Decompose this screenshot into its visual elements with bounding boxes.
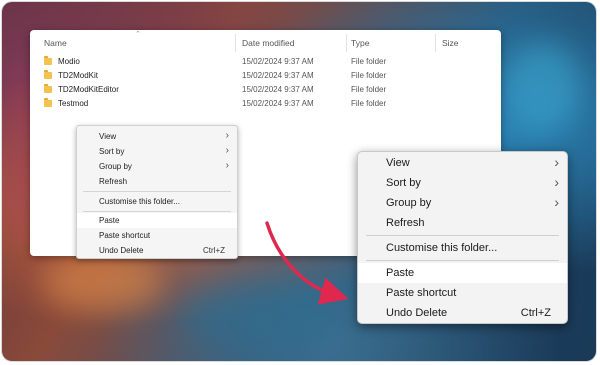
menu-separator xyxy=(366,235,559,236)
menu-item-sort-by[interactable]: Sort by › xyxy=(77,144,237,159)
menu-item-label: Group by xyxy=(386,197,432,209)
chevron-right-icon: › xyxy=(225,145,229,156)
menu-item-label: Paste xyxy=(99,216,120,225)
menu-item-shortcut: Ctrl+Z xyxy=(203,246,225,255)
chevron-right-icon: › xyxy=(554,174,559,190)
context-menu-zoomed: View › Sort by › Group by › Refresh Cust… xyxy=(357,151,568,324)
menu-item-label: Paste xyxy=(386,267,415,279)
pointer-arrow-icon xyxy=(265,221,349,305)
menu-item-customise-folder[interactable]: Customise this folder... xyxy=(77,194,237,209)
menu-item-label: Paste shortcut xyxy=(386,287,457,299)
menu-item-label: Undo Delete xyxy=(386,307,448,319)
file-name: TD2ModKitEditor xyxy=(58,85,119,94)
menu-item-label: Paste shortcut xyxy=(99,231,151,240)
menu-item-view[interactable]: View › xyxy=(77,129,237,144)
sort-ascending-icon[interactable]: ⌃ xyxy=(135,30,141,38)
file-name: Modio xyxy=(58,57,80,66)
menu-separator xyxy=(366,260,559,261)
column-divider[interactable] xyxy=(235,34,236,52)
background-blur xyxy=(42,252,162,312)
column-divider[interactable] xyxy=(346,34,347,52)
file-date: 15/02/2024 9:37 AM xyxy=(242,85,314,94)
file-type: File folder xyxy=(351,71,387,80)
file-date: 15/02/2024 9:37 AM xyxy=(242,71,314,80)
menu-separator xyxy=(83,211,231,212)
menu-item-label: View xyxy=(99,132,117,141)
menu-item-sort-by[interactable]: Sort by › xyxy=(358,173,567,193)
file-date: 15/02/2024 9:37 AM xyxy=(242,99,314,108)
file-type: File folder xyxy=(351,57,387,66)
menu-item-label: Customise this folder... xyxy=(386,242,498,254)
menu-item-label: Sort by xyxy=(99,147,125,156)
chevron-right-icon: › xyxy=(554,194,559,210)
menu-item-paste-shortcut[interactable]: Paste shortcut xyxy=(358,283,567,303)
file-name: TD2ModKit xyxy=(58,71,99,80)
column-header-name[interactable]: Name xyxy=(44,38,67,48)
menu-item-label: Undo Delete xyxy=(99,246,144,255)
folder-icon xyxy=(44,84,52,93)
background-blur xyxy=(502,42,582,132)
menu-item-label: Refresh xyxy=(99,177,128,186)
menu-item-group-by[interactable]: Group by › xyxy=(77,159,237,174)
file-row[interactable]: Testmod 15/02/2024 9:37 AM File folder xyxy=(42,97,422,111)
folder-icon xyxy=(44,70,52,79)
column-divider[interactable] xyxy=(435,34,436,52)
menu-item-paste[interactable]: Paste xyxy=(77,213,237,228)
column-header-date-modified[interactable]: Date modified xyxy=(242,38,294,48)
menu-item-customise-folder[interactable]: Customise this folder... xyxy=(358,238,567,258)
file-date: 15/02/2024 9:37 AM xyxy=(242,57,314,66)
file-row[interactable]: TD2ModKit 15/02/2024 9:37 AM File folder xyxy=(42,69,422,83)
folder-icon xyxy=(44,98,52,107)
context-menu: View › Sort by › Group by › Refresh Cust… xyxy=(76,125,238,259)
file-row[interactable]: Modio 15/02/2024 9:37 AM File folder xyxy=(42,55,422,69)
menu-item-label: Refresh xyxy=(386,217,425,229)
menu-item-shortcut: Ctrl+Z xyxy=(520,307,551,319)
column-header-type[interactable]: Type xyxy=(351,38,369,48)
file-row[interactable]: TD2ModKitEditor 15/02/2024 9:37 AM File … xyxy=(42,83,422,97)
file-type: File folder xyxy=(351,99,387,108)
menu-item-label: Customise this folder... xyxy=(99,197,180,206)
menu-item-label: Group by xyxy=(99,162,132,171)
menu-item-paste-shortcut[interactable]: Paste shortcut xyxy=(77,228,237,243)
menu-item-label: Sort by xyxy=(386,177,421,189)
menu-separator xyxy=(83,191,231,192)
menu-item-undo-delete[interactable]: Undo Delete Ctrl+Z xyxy=(77,243,237,258)
chevron-right-icon: › xyxy=(554,154,559,170)
menu-item-undo-delete[interactable]: Undo Delete Ctrl+Z xyxy=(358,303,567,323)
column-header-size[interactable]: Size xyxy=(442,38,459,48)
chevron-right-icon: › xyxy=(225,130,229,141)
file-name: Testmod xyxy=(58,99,89,108)
menu-item-view[interactable]: View › xyxy=(358,153,567,173)
chevron-right-icon: › xyxy=(225,160,229,171)
folder-icon xyxy=(44,56,52,65)
menu-item-refresh[interactable]: Refresh xyxy=(358,213,567,233)
menu-item-refresh[interactable]: Refresh xyxy=(77,174,237,189)
menu-item-label: View xyxy=(386,157,410,169)
file-type: File folder xyxy=(351,85,387,94)
menu-item-paste[interactable]: Paste xyxy=(358,263,567,283)
menu-item-group-by[interactable]: Group by › xyxy=(358,193,567,213)
